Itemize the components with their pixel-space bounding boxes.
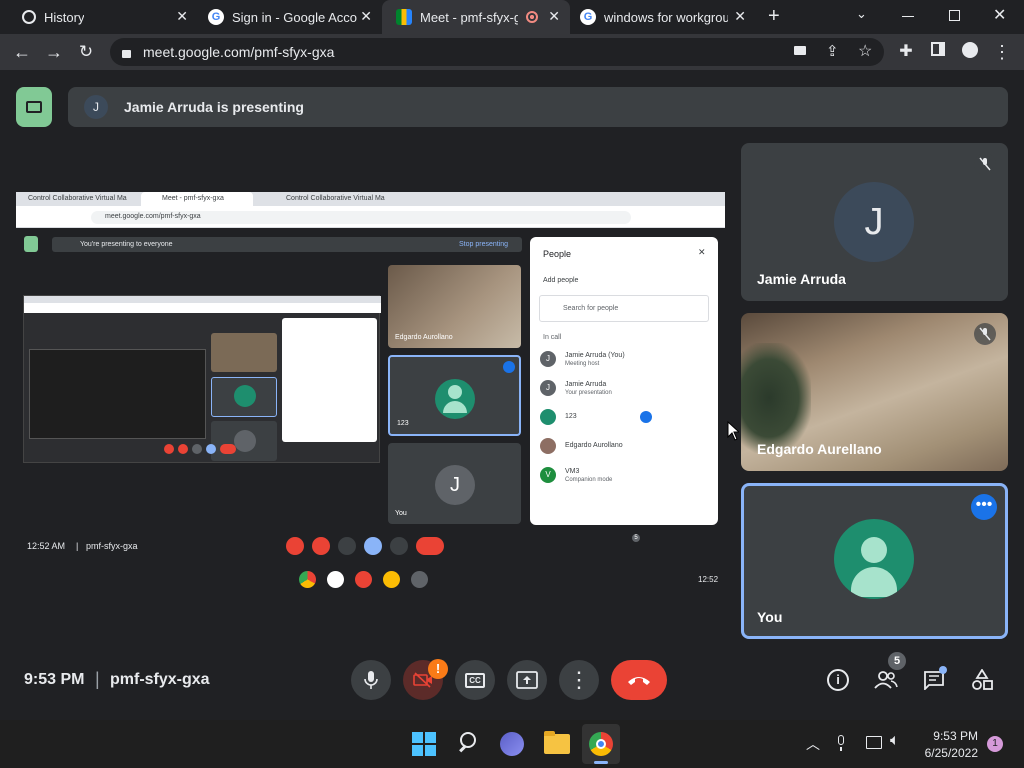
info-icon: i xyxy=(827,669,849,691)
tray-overflow-icon[interactable]: ︿ xyxy=(806,734,820,754)
google-icon: G xyxy=(580,9,596,25)
teams-chat-icon[interactable] xyxy=(500,732,524,756)
close-window-icon[interactable]: ✕ xyxy=(993,5,1006,25)
new-tab-button[interactable]: + xyxy=(768,5,780,28)
presentation-icon xyxy=(24,236,38,252)
more-options-icon[interactable]: ••• xyxy=(971,494,997,520)
mouse-cursor-icon xyxy=(727,421,739,441)
back-icon[interactable]: ← xyxy=(12,42,32,62)
participant-name: Edgardo Aurellano xyxy=(757,441,882,457)
meet-icon xyxy=(396,9,412,25)
meeting-code: pmf-sfyx-gxa xyxy=(110,671,210,688)
more-options-button[interactable]: ⋮ xyxy=(559,660,599,700)
mic-off-icon xyxy=(974,323,996,345)
network-icon[interactable] xyxy=(866,736,882,749)
presenting-banner: You're presenting to everyone Stop prese… xyxy=(52,237,522,252)
shared-tile-123: 123 xyxy=(388,355,521,436)
tab-strip: History ✕ G Sign in - Google Accou ✕ Mee… xyxy=(0,0,1024,34)
presentation-icon[interactable] xyxy=(16,87,52,127)
participant-tile-edgardo[interactable]: Edgardo Aurellano xyxy=(741,313,1008,471)
people-panel: People ✕ Add people Search for people In… xyxy=(530,237,718,525)
presenter-text: Jamie Arruda is presenting xyxy=(124,99,304,115)
recording-icon xyxy=(526,11,538,23)
taskbar: ︿ 🔈︎ 9:53 PM 6/25/2022 1 xyxy=(0,720,1024,768)
browser-toolbar: ← → ↻ meet.google.com/pmf-sfyx-gxa ⇪ ☆ ✚… xyxy=(0,34,1024,70)
shared-tab-strip: Control Collaborative Virtual Ma Meet - … xyxy=(16,192,725,206)
shared-tile-you: J You xyxy=(388,443,521,524)
chrome-taskbar-button[interactable] xyxy=(582,724,620,764)
minimize-icon[interactable] xyxy=(902,16,914,17)
shared-screen: Control Collaborative Virtual Ma Meet - … xyxy=(16,192,725,597)
restore-icon[interactable] xyxy=(949,10,960,21)
history-icon xyxy=(22,10,36,24)
leave-call-button[interactable] xyxy=(611,660,667,700)
shared-controls xyxy=(286,537,444,555)
activities-button[interactable] xyxy=(970,668,994,692)
nested-screen xyxy=(23,295,381,463)
notification-badge[interactable]: 1 xyxy=(987,736,1003,752)
captions-icon: CC xyxy=(465,672,485,688)
present-button[interactable] xyxy=(507,660,547,700)
windows-start-icon[interactable] xyxy=(412,732,436,756)
shared-tile-edgardo: Edgardo Aurollano xyxy=(388,265,521,348)
present-icon xyxy=(516,671,538,689)
tray-date: 6/25/2022 xyxy=(924,746,978,760)
menu-icon[interactable]: ⋮ xyxy=(992,42,1012,62)
participant-name: Jamie Arruda xyxy=(757,271,846,287)
participant-tile-you[interactable]: ••• You xyxy=(741,483,1008,639)
close-tab-icon[interactable]: ✕ xyxy=(734,8,746,25)
address-bar[interactable]: meet.google.com/pmf-sfyx-gxa ⇪ ☆ xyxy=(110,38,884,66)
url-text: meet.google.com/pmf-sfyx-gxa xyxy=(143,44,335,60)
forward-icon[interactable]: → xyxy=(44,42,64,62)
presenter-banner: J Jamie Arruda is presenting xyxy=(68,87,1008,127)
tab-search-icon[interactable]: ⌄ xyxy=(856,6,867,22)
file-explorer-icon[interactable] xyxy=(544,731,570,754)
tray-clock[interactable]: 9:53 PM 6/25/2022 xyxy=(916,729,978,760)
hang-up-icon xyxy=(628,677,650,685)
microphone-tray-icon[interactable] xyxy=(836,735,846,751)
avatar xyxy=(834,519,914,599)
profile-icon[interactable] xyxy=(960,42,980,62)
tab-meet[interactable]: Meet - pmf-sfyx-g ✕ xyxy=(382,0,570,34)
meeting-info-button[interactable]: i xyxy=(826,668,850,692)
shared-toolbar: meet.google.com/pmf-sfyx-gxa xyxy=(16,206,725,228)
volume-icon[interactable]: 🔈︎ xyxy=(890,732,900,750)
video-feed xyxy=(741,343,811,453)
chat-dot-badge xyxy=(939,666,947,674)
mic-off-icon xyxy=(974,153,996,175)
lock-icon xyxy=(122,50,131,58)
shared-shelf xyxy=(299,571,428,588)
side-panel-icon[interactable] xyxy=(928,42,948,62)
people-count-badge: 5 xyxy=(888,652,906,670)
reload-icon[interactable]: ↻ xyxy=(76,42,96,62)
people-icon xyxy=(874,671,898,689)
tab-history[interactable]: History ✕ xyxy=(8,0,198,34)
mic-button[interactable] xyxy=(351,660,391,700)
close-tab-icon[interactable]: ✕ xyxy=(360,8,372,25)
more-vert-icon: ⋮ xyxy=(568,667,590,692)
meeting-time: 9:53 PM xyxy=(24,671,85,688)
bookmark-star-icon[interactable]: ☆ xyxy=(858,41,872,61)
tab-google-signin[interactable]: G Sign in - Google Accou ✕ xyxy=(194,0,382,34)
share-icon[interactable]: ⇪ xyxy=(826,42,839,60)
close-tab-icon[interactable]: ✕ xyxy=(548,8,560,25)
activities-icon xyxy=(972,669,993,690)
avatar: J xyxy=(834,182,914,262)
tab-windows-workgroups[interactable]: G windows for workgroup ✕ xyxy=(566,0,756,34)
search-icon[interactable] xyxy=(457,731,481,755)
close-icon: ✕ xyxy=(698,247,706,257)
avatar: J xyxy=(84,95,108,119)
participant-name: You xyxy=(757,609,783,625)
close-tab-icon[interactable]: ✕ xyxy=(176,8,188,25)
extensions-icon[interactable]: ✚ xyxy=(896,42,916,62)
google-icon: G xyxy=(208,9,224,25)
people-button[interactable] xyxy=(874,668,898,692)
tray-time: 9:53 PM xyxy=(933,729,978,743)
camera-alert-badge: ! xyxy=(428,659,448,679)
captions-button[interactable]: CC xyxy=(455,660,495,700)
camera-icon[interactable] xyxy=(794,46,806,55)
participant-tile-jamie[interactable]: J Jamie Arruda xyxy=(741,143,1008,301)
mic-icon xyxy=(364,671,378,689)
